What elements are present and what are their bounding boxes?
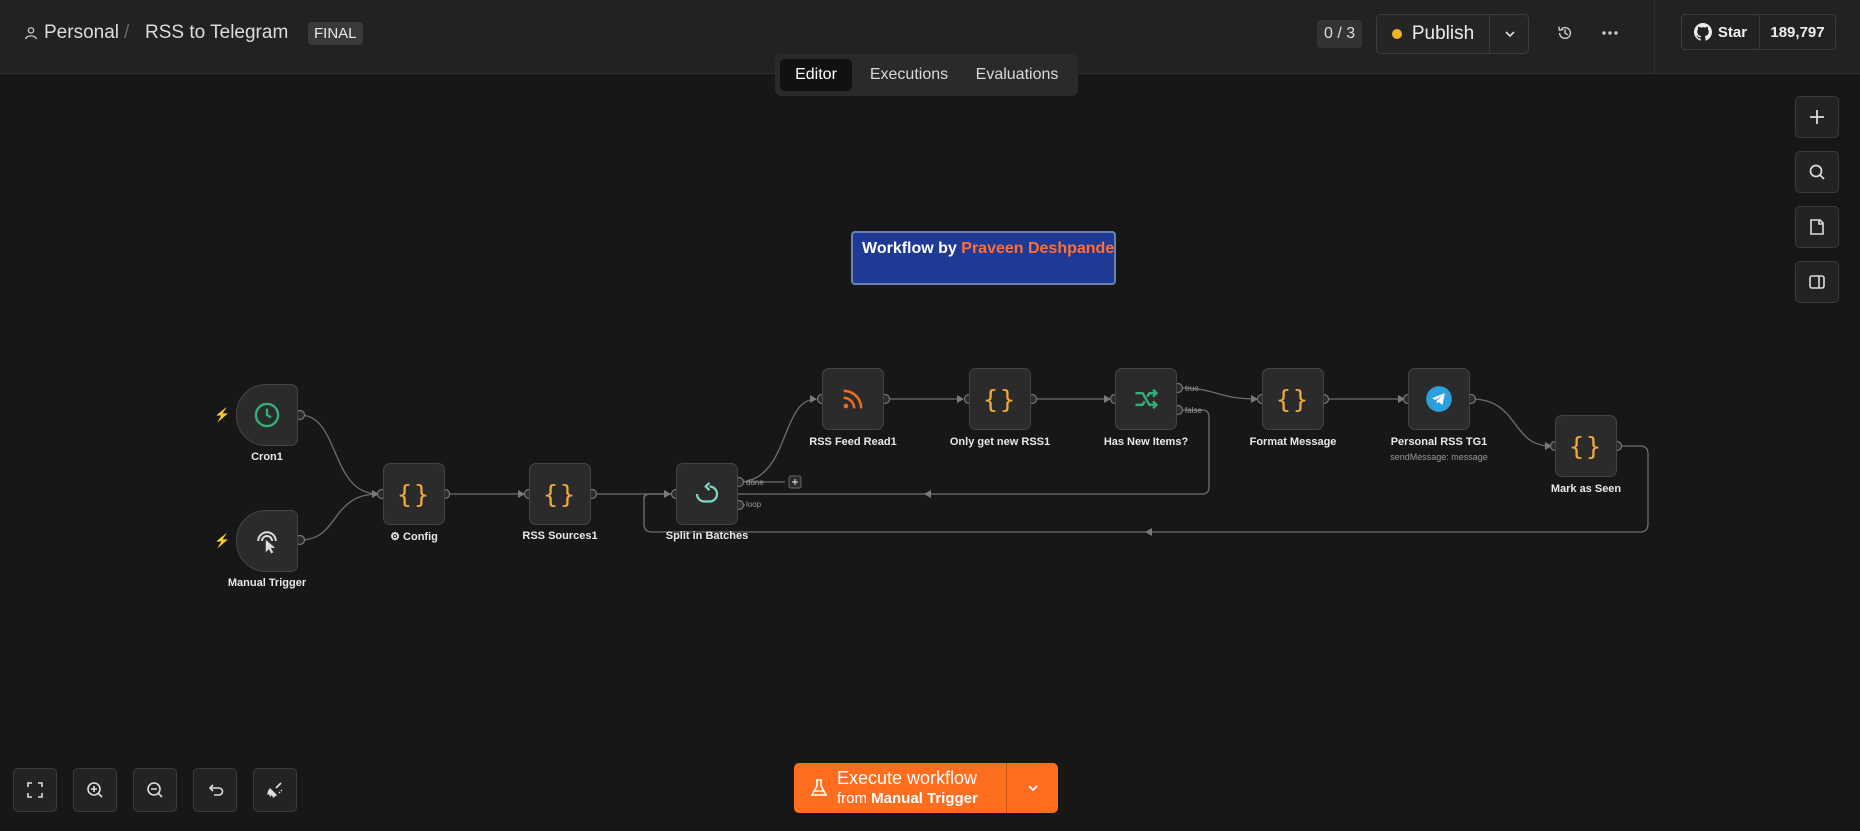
- node-cron-label: Cron1: [251, 451, 283, 463]
- node-mark-as-seen-label: Mark as Seen: [1550, 483, 1622, 495]
- fit-view-button[interactable]: [13, 768, 57, 812]
- undo-button[interactable]: [193, 768, 237, 812]
- sticky-note-icon: [1810, 219, 1824, 235]
- node-config[interactable]: {}: [383, 463, 445, 525]
- node-cron[interactable]: [236, 384, 298, 446]
- zoom-in-icon: [87, 782, 103, 798]
- rss-icon: [843, 389, 863, 409]
- node-has-new-items[interactable]: [1115, 368, 1177, 430]
- split-output-loop-label: loop: [746, 500, 762, 509]
- split-output-done-label: done: [746, 478, 764, 487]
- toggle-panel-button[interactable]: [1795, 261, 1839, 303]
- execute-sub-prefix: from: [837, 790, 872, 807]
- execute-workflow-text: Execute workflow from Manual Trigger: [837, 767, 978, 808]
- node-rss-feed-read[interactable]: [822, 368, 884, 430]
- node-telegram[interactable]: [1408, 368, 1470, 430]
- undo-icon: [208, 784, 224, 796]
- cursor-click-icon: [257, 531, 277, 554]
- node-split-in-batches[interactable]: [676, 463, 738, 525]
- zoom-out-button[interactable]: [133, 768, 177, 812]
- execute-workflow-group: Execute workflow from Manual Trigger: [794, 763, 1058, 813]
- gear-icon: ⚙: [390, 531, 400, 543]
- sidebar-panel-icon: [1809, 275, 1825, 289]
- add-sticky-note-button[interactable]: [1795, 206, 1839, 248]
- sticky-note[interactable]: Workflow by Praveen Deshpande: [851, 231, 1116, 285]
- sticky-note-text: Workflow by Praveen Deshpande: [862, 240, 1114, 258]
- if-branch-icon: [1135, 388, 1159, 410]
- node-format-message[interactable]: {}: [1262, 368, 1324, 430]
- add-node-after-done-button[interactable]: [788, 475, 802, 489]
- node-split-in-batches-label: Split in Batches: [665, 530, 749, 542]
- code-braces-icon: {}: [1568, 431, 1604, 461]
- plus-icon: [1810, 110, 1824, 124]
- flask-icon: [810, 779, 828, 796]
- node-only-get-new[interactable]: {}: [969, 368, 1031, 430]
- execute-trigger-dropdown-button[interactable]: [1006, 763, 1059, 813]
- node-manual-trigger[interactable]: [236, 510, 298, 572]
- chevron-down-icon: [1028, 785, 1038, 792]
- code-braces-icon: {}: [542, 479, 578, 509]
- node-telegram-label: Personal RSS TG1: [1390, 436, 1488, 448]
- execute-workflow-button[interactable]: Execute workflow from Manual Trigger: [794, 763, 1006, 813]
- search-nodes-button[interactable]: [1795, 151, 1839, 193]
- search-icon: [1809, 164, 1825, 180]
- node-manual-trigger-label: Manual Trigger: [227, 577, 307, 589]
- execute-workflow-sublabel: from Manual Trigger: [837, 789, 978, 808]
- sticky-note-author: Praveen Deshpande: [961, 240, 1115, 257]
- sticky-note-prefix: Workflow by: [862, 240, 962, 257]
- code-braces-icon: {}: [1275, 384, 1311, 414]
- node-telegram-subtitle: sendMessage: message: [1390, 452, 1488, 462]
- trigger-bolt-icon: ⚡: [214, 407, 231, 422]
- zoom-in-button[interactable]: [73, 768, 117, 812]
- broom-icon: [267, 782, 283, 798]
- add-node-button[interactable]: [1795, 96, 1839, 138]
- node-rss-sources[interactable]: {}: [529, 463, 591, 525]
- telegram-icon: [1426, 386, 1452, 412]
- code-braces-icon: {}: [396, 479, 432, 509]
- node-config-label: Config: [403, 531, 438, 543]
- zoom-out-icon: [147, 782, 163, 798]
- fit-view-icon: [27, 782, 43, 798]
- clock-icon: [254, 402, 280, 428]
- tidy-up-button[interactable]: [253, 768, 297, 812]
- code-braces-icon: {}: [982, 384, 1018, 414]
- execute-workflow-label: Execute workflow: [837, 768, 978, 788]
- if-output-true-label: true: [1185, 384, 1199, 393]
- loop-icon: [695, 481, 719, 503]
- if-output-false-label: false: [1185, 406, 1202, 415]
- trigger-bolt-icon: ⚡: [214, 533, 231, 548]
- execute-sub-target: Manual Trigger: [871, 790, 978, 807]
- node-mark-as-seen[interactable]: {}: [1555, 415, 1617, 477]
